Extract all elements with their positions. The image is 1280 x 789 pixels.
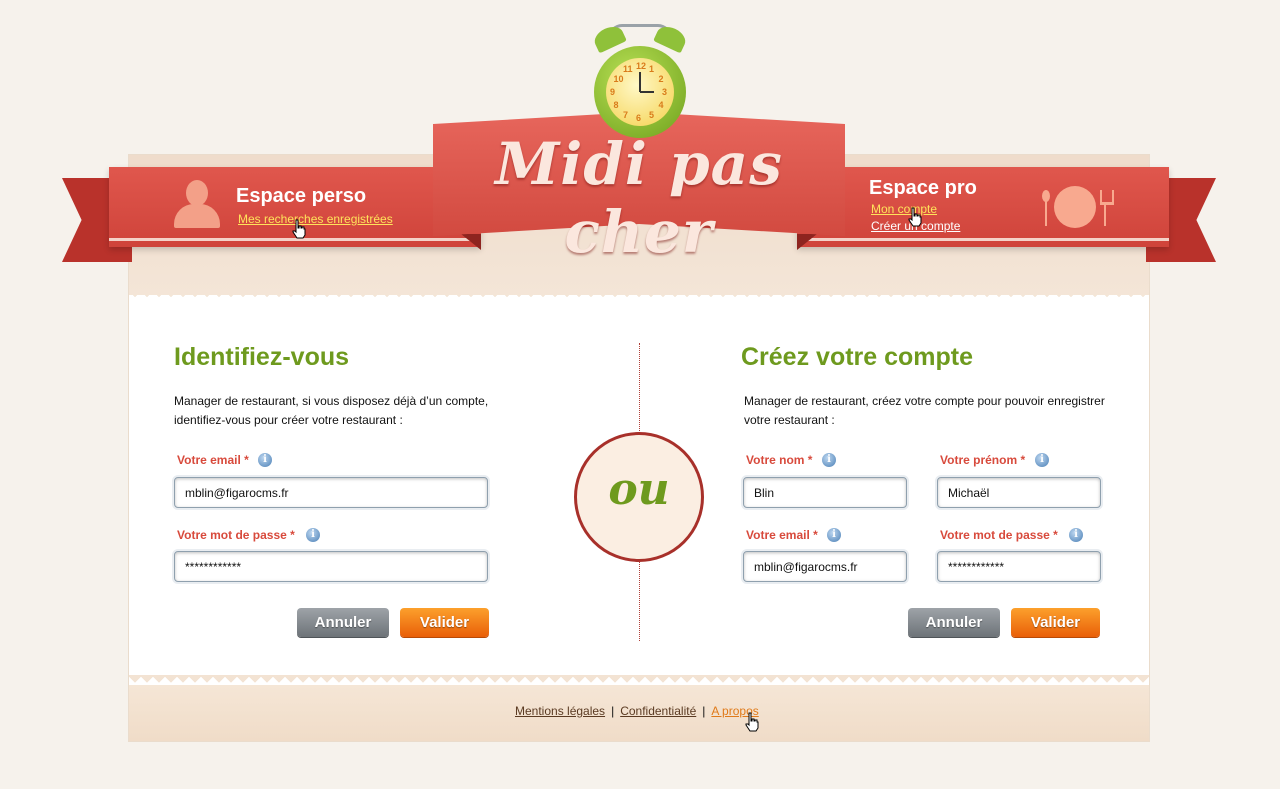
- alarm-clock-icon: 12 1 2 3 4 5 6 7 8 9 10 11: [590, 22, 690, 144]
- espace-perso-title: Espace perso: [236, 185, 367, 207]
- login-password-input[interactable]: [174, 551, 488, 582]
- info-icon[interactable]: i: [258, 453, 272, 467]
- signup-firstname-label: Votre prénom *: [940, 453, 1026, 467]
- login-password-label: Votre mot de passe *: [177, 528, 295, 542]
- signup-submit-button[interactable]: Valider: [1011, 608, 1100, 637]
- login-email-input[interactable]: [174, 477, 488, 508]
- hand-cursor-icon: [745, 712, 759, 732]
- signup-email-label: Votre email *: [746, 528, 818, 542]
- hand-cursor-icon: [292, 219, 306, 239]
- login-cancel-button[interactable]: Annuler: [297, 608, 389, 637]
- privacy-link[interactable]: Confidentialité: [620, 704, 696, 718]
- signup-title: Créez votre compte: [741, 343, 974, 371]
- zigzag-edge-top: [129, 295, 1149, 307]
- clock-number: 2: [658, 74, 664, 84]
- clock-number: 3: [662, 87, 668, 97]
- or-badge-text: ou: [608, 464, 670, 515]
- login-intro: Manager de restaurant, si vous disposez …: [174, 394, 489, 427]
- signup-intro: Manager de restaurant, créez votre compt…: [744, 394, 1105, 427]
- brand-logo[interactable]: Midi pas cher: [433, 130, 845, 266]
- clock-number: 8: [613, 100, 619, 110]
- info-icon[interactable]: i: [306, 528, 320, 542]
- login-email-label: Votre email *: [177, 453, 249, 467]
- footer-separator: |: [702, 704, 706, 718]
- signup-lastname-input[interactable]: [743, 477, 907, 508]
- clock-number: 12: [636, 61, 647, 71]
- clock-hand: [640, 91, 654, 93]
- footer-separator: |: [611, 704, 615, 718]
- clock-number: 6: [636, 113, 642, 123]
- signup-password-label: Votre mot de passe *: [940, 528, 1058, 542]
- zigzag-edge-bottom: [129, 673, 1149, 685]
- clock-number: 9: [610, 87, 616, 97]
- info-icon[interactable]: i: [827, 528, 841, 542]
- plate-cutlery-icon: [1040, 184, 1114, 230]
- signup-email-input[interactable]: [743, 551, 907, 582]
- clock-number: 7: [623, 109, 629, 120]
- clock-hand: [639, 72, 641, 92]
- clock-number: 11: [623, 64, 633, 75]
- clock-number: 5: [649, 109, 655, 120]
- signup-firstname-input[interactable]: [937, 477, 1101, 508]
- signup-lastname-label: Votre nom *: [746, 453, 813, 467]
- signup-password-input[interactable]: [937, 551, 1101, 582]
- espace-pro-title: Espace pro: [869, 177, 977, 199]
- clock-number: 10: [613, 74, 624, 84]
- signup-cancel-button[interactable]: Annuler: [908, 608, 1000, 637]
- user-icon: [172, 180, 222, 230]
- footer-links: Mentions légales | Confidentialité | A propo…: [515, 704, 759, 718]
- login-submit-button[interactable]: Valider: [400, 608, 489, 637]
- hand-cursor-icon: [908, 207, 922, 227]
- ribbon-espace-pro: [797, 167, 1169, 247]
- info-icon[interactable]: i: [1069, 528, 1083, 542]
- info-icon[interactable]: i: [1035, 453, 1049, 467]
- my-account-link[interactable]: Mon compte: [871, 202, 937, 216]
- login-title: Identifiez-vous: [174, 343, 350, 371]
- clock-number: 1: [649, 64, 655, 75]
- info-icon[interactable]: i: [822, 453, 836, 467]
- legal-notice-link[interactable]: Mentions légales: [515, 704, 605, 718]
- saved-searches-link[interactable]: Mes recherches enregistrées: [238, 212, 393, 226]
- clock-number: 4: [658, 100, 664, 110]
